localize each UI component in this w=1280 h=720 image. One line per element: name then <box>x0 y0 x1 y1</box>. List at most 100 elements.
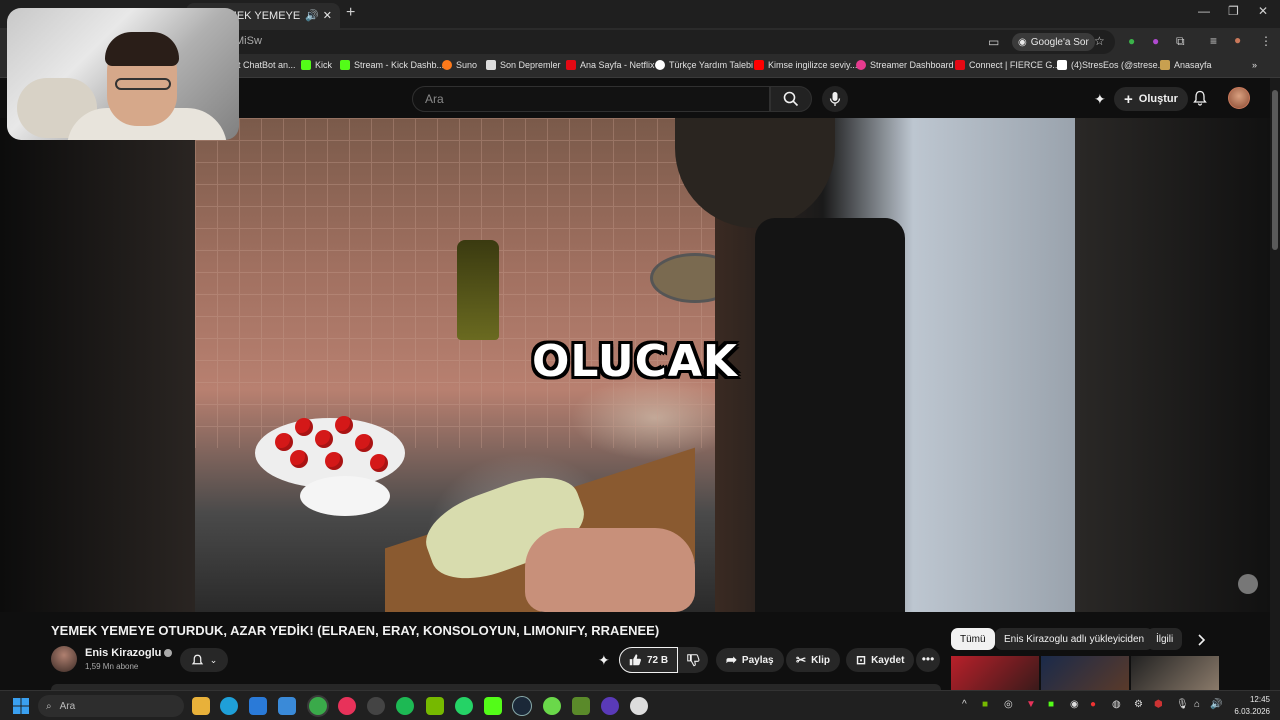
app-icon[interactable] <box>630 697 648 715</box>
more-actions-button[interactable]: ••• <box>916 648 940 672</box>
bookmark-star-icon[interactable]: ☆ <box>1094 34 1105 48</box>
video-frame[interactable]: OLUCAK <box>195 118 1075 612</box>
ai-sparkle-icon[interactable]: ✦ <box>598 652 610 669</box>
file-explorer-icon[interactable] <box>192 697 210 715</box>
notifications-bell-icon[interactable] <box>1192 90 1208 106</box>
channel-name-link[interactable]: Enis Kirazoglu <box>85 647 173 659</box>
bookmark-item[interactable]: Streamer Dashboard <box>856 60 954 70</box>
menu-kebab-icon[interactable]: ⋮ <box>1260 34 1272 48</box>
taskbar-search-placeholder: Ara <box>59 700 76 712</box>
tray-nvidia-icon[interactable]: ■ <box>982 699 988 710</box>
bookmark-item[interactable]: (4)StresEos (@strese... <box>1057 60 1165 70</box>
chrome-icon[interactable] <box>309 697 327 715</box>
chevron-right-icon[interactable] <box>1196 634 1206 646</box>
video-player[interactable]: OLUCAK <box>0 118 1270 612</box>
share-button[interactable]: ➦ Paylaş <box>716 648 784 672</box>
channel-avatar[interactable] <box>51 646 77 672</box>
obs-icon[interactable] <box>367 697 385 715</box>
account-avatar[interactable] <box>1228 87 1250 109</box>
bookmarks-overflow-icon[interactable]: » <box>1252 60 1257 70</box>
like-button[interactable]: 72 B <box>619 647 678 673</box>
bookmark-label: Kimse ingilizce seviy... <box>768 60 858 70</box>
steam-icon[interactable] <box>513 697 531 715</box>
youtube-icon <box>754 60 764 70</box>
opera-icon[interactable] <box>338 697 356 715</box>
clock-time: 12:45 <box>1249 695 1270 704</box>
tray-record-icon[interactable]: ● <box>1090 699 1096 710</box>
tray-volume-icon[interactable]: 🔊 <box>1210 699 1222 710</box>
tray-app-icon[interactable]: ■ <box>1048 699 1054 710</box>
nvidia-icon[interactable] <box>426 697 444 715</box>
bookmark-item[interactable]: Ana Sayfa - Netflix <box>566 60 655 70</box>
bookmark-item[interactable]: Connect | FIERCE G... <box>955 60 1060 70</box>
address-bar[interactable]: MiSw <box>225 30 1115 54</box>
subscription-notifications-button[interactable]: ⌄ <box>180 648 228 672</box>
puzzle-icon[interactable]: ⧉ <box>1176 34 1185 49</box>
bookmark-item[interactable]: Türkçe Yardım Talebi <box>655 60 753 70</box>
profile-avatar-icon[interactable]: ● <box>1234 33 1241 47</box>
minecraft-icon[interactable] <box>572 697 590 715</box>
kick-app-icon[interactable] <box>484 697 502 715</box>
tray-app-icon[interactable]: ⚙ <box>1134 699 1143 710</box>
bookmark-label: t ChatBot an... <box>238 60 296 70</box>
thumbs-up-icon <box>629 654 641 666</box>
bookmark-item[interactable]: Suno <box>442 60 477 70</box>
bookmark-item[interactable]: Stream - Kick Dashb... <box>340 60 444 70</box>
close-tab-icon[interactable]: ✕ <box>323 9 332 22</box>
tomato <box>295 418 313 436</box>
bookmark-label: Kick <box>315 60 333 70</box>
tray-app-icon[interactable]: ▼ <box>1026 699 1036 710</box>
window-close-icon[interactable]: ✕ <box>1258 4 1268 18</box>
extension-shield-icon[interactable]: ● <box>1128 34 1135 48</box>
recommended-thumbnail[interactable] <box>1041 656 1129 690</box>
scrollbar-thumb[interactable] <box>1272 90 1278 250</box>
extension-icon[interactable]: ● <box>1152 34 1159 48</box>
search-input[interactable]: Ara <box>412 86 770 112</box>
whatsapp-icon[interactable] <box>455 697 473 715</box>
sparkle-icon[interactable]: ✦ <box>1094 91 1106 108</box>
tray-mic-icon[interactable]: 🎙 <box>1176 699 1189 710</box>
bookmark-item[interactable]: t ChatBot an... <box>238 60 296 70</box>
bookmark-item[interactable]: Anasayfa <box>1160 60 1212 70</box>
recommended-thumbnail[interactable] <box>1131 656 1219 690</box>
recommended-thumbnail[interactable] <box>951 656 1039 690</box>
taskbar-clock[interactable]: 12:45 6.03.2026 <box>1228 694 1270 718</box>
windows-start-icon[interactable] <box>13 698 29 714</box>
search-icon: ⌕ <box>46 700 52 712</box>
create-button[interactable]: + Oluştur <box>1114 87 1188 111</box>
search-button[interactable] <box>770 86 812 112</box>
tray-network-icon[interactable]: ⌂ <box>1194 699 1200 710</box>
speaker-icon[interactable]: 🔊 <box>305 9 319 22</box>
voice-search-button[interactable] <box>822 86 848 112</box>
tray-app-icon[interactable]: ◎ <box>1004 699 1013 710</box>
save-button[interactable]: ⊡ Kaydet <box>846 648 915 672</box>
bookmark-item[interactable]: Son Depremler <box>486 60 561 70</box>
tray-app-icon[interactable]: ⬢ <box>1154 699 1163 710</box>
taskbar-search[interactable]: ⌕ Ara <box>38 695 184 717</box>
outlook-icon[interactable] <box>278 697 296 715</box>
tray-steam-icon[interactable]: ◍ <box>1112 699 1121 710</box>
edge-icon[interactable] <box>220 697 238 715</box>
clip-button[interactable]: ✂ Klip <box>786 648 840 672</box>
new-tab-button[interactable]: + <box>346 4 355 22</box>
channel-watermark-icon[interactable] <box>1238 574 1258 594</box>
app-icon[interactable] <box>601 697 619 715</box>
gaming-app-icon[interactable] <box>543 697 561 715</box>
restore-icon[interactable]: ❐ <box>1228 4 1239 18</box>
bookmark-item[interactable]: Kick <box>301 60 332 70</box>
tray-overflow-icon[interactable]: ^ <box>962 699 967 710</box>
minimize-icon[interactable]: — <box>1198 4 1210 18</box>
page-scrollbar[interactable] <box>1270 78 1280 690</box>
streamer-icon <box>856 60 866 70</box>
chip-from-uploader[interactable]: Enis Kirazoglu adlı yükleyiciden <box>995 628 1154 650</box>
cast-icon[interactable]: ▭ <box>988 35 999 49</box>
spotify-icon[interactable] <box>396 697 414 715</box>
bookmark-item[interactable]: Kimse ingilizce seviy... <box>754 60 857 70</box>
reading-list-icon[interactable]: ≡ <box>1210 34 1217 48</box>
dislike-button[interactable] <box>678 647 708 673</box>
google-sor-button[interactable]: ◉ Google'a Sor <box>1012 33 1095 51</box>
chip-related[interactable]: İlgili <box>1147 628 1183 650</box>
store-icon[interactable] <box>249 697 267 715</box>
chip-all[interactable]: Tümü <box>951 628 995 650</box>
tray-app-icon[interactable]: ◉ <box>1070 699 1079 710</box>
